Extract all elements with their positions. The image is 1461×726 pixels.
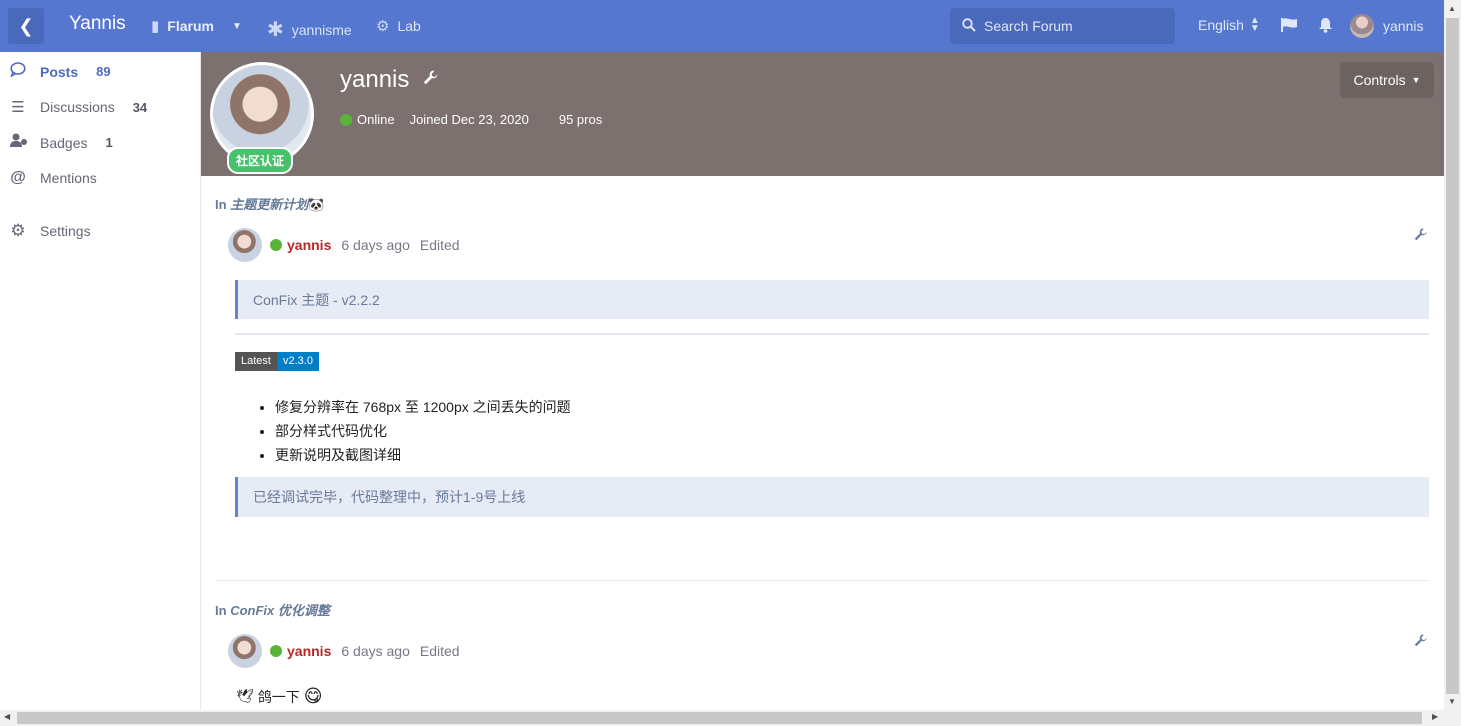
online-status-dot <box>270 239 282 251</box>
flag-button[interactable] <box>1281 17 1298 36</box>
caret-down-icon: ▼ <box>231 20 242 32</box>
scroll-up-icon[interactable]: ▲ <box>1448 4 1456 13</box>
profile-meta: Online Joined Dec 23, 2020 95 pros <box>340 112 602 127</box>
sidebar-item-mentions[interactable]: @ Mentions <box>10 169 97 187</box>
changelog-list: 修复分辨率在 768px 至 1200px 之间丢失的问题 部分样式代码优化 更… <box>258 395 571 467</box>
blockquote: ConFix 主题 - v2.2.2 <box>235 280 1429 319</box>
post-author[interactable]: yannis <box>287 643 331 659</box>
user-menu[interactable]: yannis <box>1350 14 1423 38</box>
horizontal-scrollbar[interactable]: ◀ ▶ <box>0 710 1461 726</box>
post-time[interactable]: 6 days ago <box>341 237 410 253</box>
online-status-dot <box>340 113 352 126</box>
post-discussion-title[interactable]: In 主题更新计划🐼 <box>215 194 324 213</box>
post-controls-icon[interactable] <box>1414 228 1427 244</box>
joined-date: Joined Dec 23, 2020 <box>409 112 529 127</box>
at-icon: @ <box>10 169 26 186</box>
scrollbar-thumb[interactable] <box>17 712 1422 724</box>
online-status: Online <box>357 112 395 127</box>
flag-icon <box>1281 17 1298 36</box>
pros-count: 95 pros <box>558 112 603 127</box>
profile-username: yannis <box>340 66 410 93</box>
online-status-dot <box>270 645 282 657</box>
post-edited[interactable]: Edited <box>420 643 460 659</box>
nav-yannisme[interactable]: ✱ yannisme <box>267 17 352 42</box>
post-controls-icon[interactable] <box>1414 634 1427 650</box>
post-body: 🕊 鸽一下 😋 <box>236 686 323 706</box>
forum-brand[interactable]: Yannis <box>69 13 126 35</box>
comment-icon: ▮ <box>151 18 160 35</box>
yum-emoji: 😋 <box>303 686 323 706</box>
post-edited[interactable]: Edited <box>420 237 460 253</box>
user-hero: 社区认证 yannis Online Joined Dec 23, 2020 9… <box>201 52 1444 176</box>
controls-button[interactable]: Controls ▼ <box>1340 62 1434 98</box>
comment-outline-icon <box>10 62 26 81</box>
bell-icon <box>1318 17 1333 36</box>
scroll-left-icon[interactable]: ◀ <box>4 712 10 721</box>
search-box[interactable] <box>950 8 1175 44</box>
post-separator <box>215 580 1429 581</box>
wrench-icon <box>423 70 438 89</box>
list-item: 修复分辨率在 768px 至 1200px 之间丢失的问题 <box>275 395 571 419</box>
nav-flarum[interactable]: ▮ Flarum ▼ <box>151 17 242 35</box>
sidebar-item-settings[interactable]: ⚙ Settings <box>10 221 90 241</box>
list-item: 部分样式代码优化 <box>275 419 571 443</box>
post-header: yannis 6 days ago Edited <box>228 228 460 262</box>
dove-emoji: 🕊 <box>236 688 254 704</box>
vertical-scrollbar[interactable]: ▲ ▼ <box>1444 0 1461 710</box>
user-badge-icon <box>10 133 27 152</box>
post-discussion-title[interactable]: In ConFix 优化调整 <box>215 600 330 619</box>
avatar <box>1350 14 1374 38</box>
sidebar: Posts 89 ☰ Discussions 34 Badges 1 @ Men… <box>0 52 201 726</box>
sidebar-item-discussions[interactable]: ☰ Discussions 34 <box>10 98 147 116</box>
scrollbar-thumb[interactable] <box>1446 18 1459 694</box>
search-icon <box>962 17 976 35</box>
divider <box>235 333 1429 335</box>
avatar[interactable] <box>228 228 262 262</box>
nav-lab[interactable]: ⚙ Lab <box>376 17 421 35</box>
search-input[interactable] <box>984 18 1164 34</box>
scroll-right-icon[interactable]: ▶ <box>1432 712 1438 721</box>
language-select[interactable]: English ▲ ▼ <box>1198 15 1260 34</box>
gear-icon: ⚙ <box>10 221 26 240</box>
scroll-down-icon[interactable]: ▼ <box>1448 697 1456 706</box>
notifications-button[interactable] <box>1318 17 1333 36</box>
top-header: ❮ Yannis ▮ Flarum ▼ ✱ yannisme ⚙ Lab Eng… <box>0 0 1444 52</box>
blockquote: 已经调试完毕，代码整理中，预计1-9号上线 <box>235 477 1429 517</box>
back-button[interactable]: ❮ <box>8 8 44 44</box>
list-icon: ☰ <box>11 99 25 116</box>
post-time[interactable]: 6 days ago <box>341 643 410 659</box>
sidebar-item-badges[interactable]: Badges 1 <box>10 133 113 152</box>
caret-down-icon: ▼ <box>1411 75 1421 85</box>
avatar[interactable] <box>228 634 262 668</box>
post-header: yannis 6 days ago Edited <box>228 634 460 668</box>
post-author[interactable]: yannis <box>287 237 331 253</box>
gears-icon: ⚙ <box>376 18 390 35</box>
list-item: 更新说明及截图详细 <box>275 443 571 467</box>
asterisk-icon: ✱ <box>267 19 284 41</box>
sidebar-item-posts[interactable]: Posts 89 <box>10 62 111 81</box>
chevron-left-icon: ❮ <box>18 15 34 36</box>
verified-badge: 社区认证 <box>227 147 294 174</box>
version-shield: Latest v2.3.0 <box>235 352 319 371</box>
sort-icon: ▲ ▼ <box>1249 15 1260 34</box>
